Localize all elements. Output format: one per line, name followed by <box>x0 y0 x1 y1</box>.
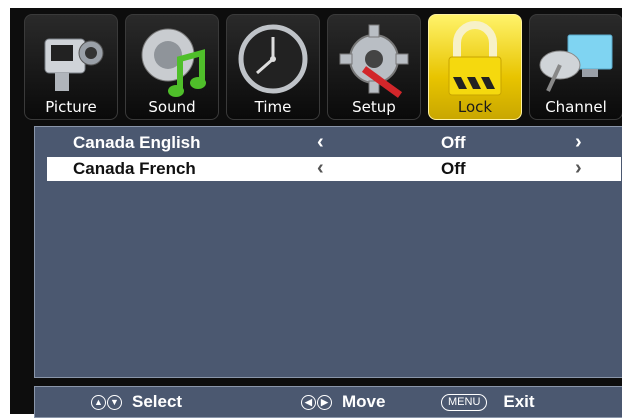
hint-select: ▲ ▼ Select <box>91 392 182 412</box>
tab-label: Sound <box>148 98 196 116</box>
hint-select-label: Select <box>132 392 183 411</box>
tab-lock[interactable]: Lock <box>428 14 522 120</box>
help-bar: ▲ ▼ Select ◀ ▶ Move MENU Exit <box>34 386 622 418</box>
arrow-right-icon[interactable]: › <box>575 131 582 154</box>
arrow-left-icon[interactable]: ‹ <box>317 131 324 154</box>
hint-exit-label: Exit <box>503 392 535 411</box>
setting-value: Off <box>441 159 466 178</box>
padlock-icon <box>448 21 502 96</box>
speaker-music-note-icon <box>141 28 206 97</box>
tv-menu-screen: Picture Sound Time Setup Lock Channel Ca… <box>10 8 622 418</box>
hint-move-label: Move <box>342 392 386 411</box>
tab-label: Lock <box>457 98 493 116</box>
setting-name: Canada French <box>73 159 196 178</box>
lock-settings-panel: Canada English ‹ Off › Canada French ‹ O… <box>34 126 622 378</box>
tab-label: Setup <box>352 98 396 116</box>
menu-key-icon: MENU <box>441 393 488 411</box>
menu-tabs: Picture Sound Time Setup Lock Channel <box>24 14 622 122</box>
satellite-dish-icon <box>539 34 613 92</box>
tab-sound[interactable]: Sound <box>125 14 219 120</box>
left-right-buttons-icon: ◀ ▶ <box>301 394 332 410</box>
list-item[interactable]: Canada English ‹ Off › <box>35 131 622 155</box>
tab-channel[interactable]: Channel <box>529 14 622 120</box>
arrow-right-icon[interactable]: › <box>575 157 582 180</box>
tab-setup[interactable]: Setup <box>327 14 421 120</box>
tab-picture[interactable]: Picture <box>24 14 118 120</box>
setting-name: Canada English <box>73 133 201 152</box>
list-item-selected[interactable]: Canada French ‹ Off › <box>47 157 621 181</box>
hint-move: ◀ ▶ Move <box>301 392 385 412</box>
tab-label: Time <box>254 98 292 116</box>
hint-exit: MENU Exit <box>441 392 535 412</box>
up-down-buttons-icon: ▲ ▼ <box>91 394 122 410</box>
tab-label: Picture <box>45 98 97 116</box>
clock-icon <box>238 24 308 94</box>
gear-wrench-icon <box>339 24 409 98</box>
tab-label: Channel <box>545 98 607 116</box>
setting-value: Off <box>441 133 466 152</box>
arrow-left-icon[interactable]: ‹ <box>317 157 324 180</box>
camcorder-icon <box>44 38 104 91</box>
tab-time[interactable]: Time <box>226 14 320 120</box>
